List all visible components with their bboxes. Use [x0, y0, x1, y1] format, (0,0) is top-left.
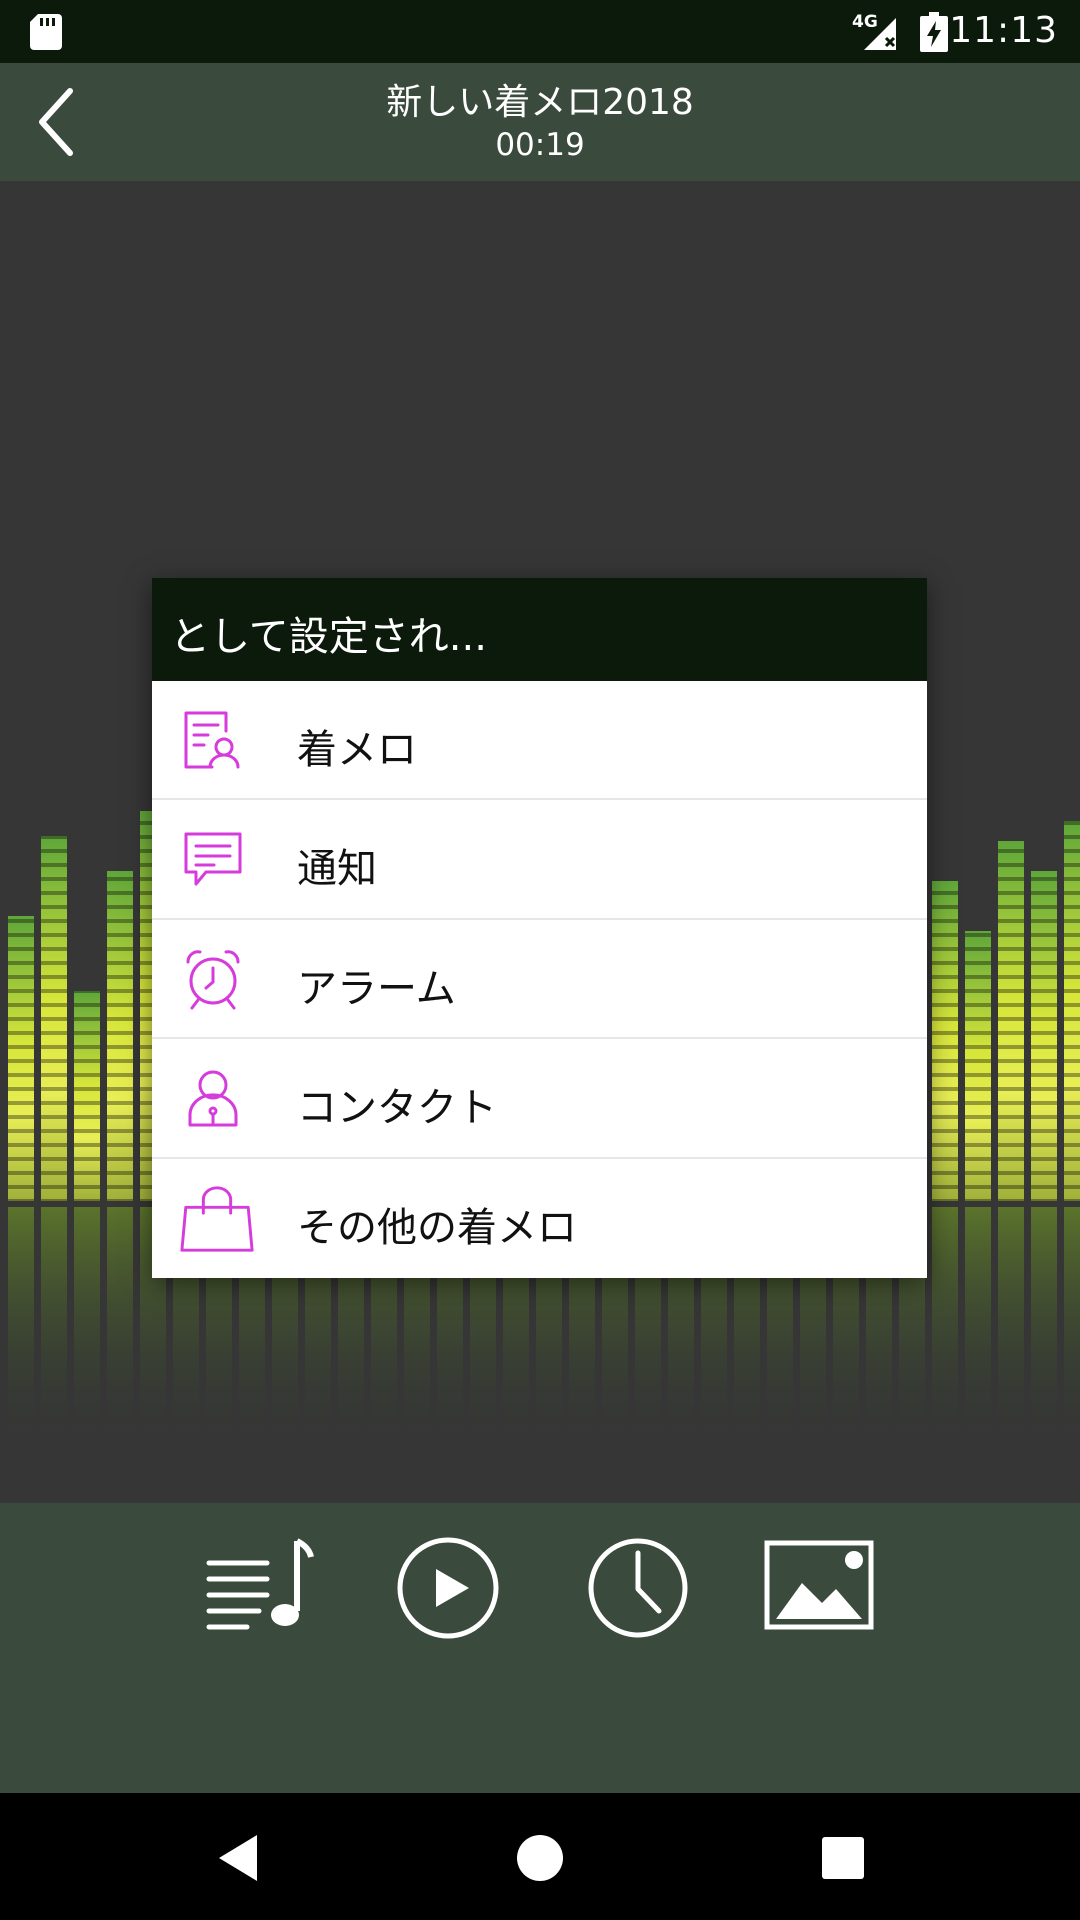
equalizer-bar-segments	[1064, 821, 1080, 1201]
equalizer-bar-segments	[41, 836, 67, 1201]
equalizer-bar-segments	[8, 916, 34, 1201]
dialog-title: として設定され...	[152, 578, 927, 681]
equalizer-bar-reflection	[107, 1207, 133, 1447]
alarm-clock-icon	[186, 950, 240, 1010]
recents-square-icon[interactable]	[808, 1823, 878, 1893]
equalizer-bar-reflection	[8, 1207, 34, 1447]
option-notification[interactable]: 通知	[152, 800, 927, 920]
equalizer-bar-reflection	[932, 1207, 958, 1447]
option-label: アラーム	[297, 965, 456, 1012]
ringtone-icon	[184, 711, 240, 769]
equalizer-bar-segments	[932, 881, 958, 1201]
equalizer-bar-reflection	[998, 1207, 1024, 1447]
option-contact[interactable]: コンタクト	[152, 1039, 927, 1159]
option-label: 通知	[297, 846, 377, 893]
set-as-dialog: として設定され... 着メロ 通知 アラーム コンタクト その他の着メロ	[152, 578, 927, 1278]
player-toolbar	[0, 1503, 1080, 1793]
status-clock: 11:13	[949, 10, 1058, 51]
equalizer-bar-segments	[965, 931, 991, 1201]
home-circle-icon[interactable]	[505, 1823, 575, 1893]
system-nav-bar	[0, 1793, 1080, 1920]
option-more-ringtones[interactable]: その他の着メロ	[152, 1159, 927, 1278]
player-header: 新しい着メロ2018 00:19	[0, 63, 1080, 181]
image-icon[interactable]	[764, 1533, 874, 1643]
equalizer-bar-reflection	[1031, 1207, 1057, 1447]
equalizer-bar-segments	[998, 841, 1024, 1201]
equalizer-bar-segments	[74, 991, 100, 1201]
option-alarm[interactable]: アラーム	[152, 920, 927, 1040]
option-label: 着メロ	[297, 727, 417, 773]
playlist-icon[interactable]	[205, 1533, 315, 1643]
contact-icon	[188, 1070, 238, 1127]
play-icon[interactable]	[393, 1533, 503, 1643]
notification-icon	[184, 832, 242, 886]
song-duration: 00:19	[495, 127, 585, 163]
song-title: 新しい着メロ2018	[386, 82, 694, 123]
option-ringtone[interactable]: 着メロ	[152, 681, 927, 801]
back-triangle-icon[interactable]	[203, 1823, 273, 1893]
signal-icon	[864, 18, 896, 50]
sd-card-icon	[30, 14, 62, 50]
equalizer-bar-segments	[1031, 871, 1057, 1201]
option-label: その他の着メロ	[297, 1204, 577, 1251]
equalizer-bar-reflection	[41, 1207, 67, 1447]
option-label: コンタクト	[297, 1085, 497, 1132]
shopping-bag-icon	[180, 1185, 254, 1252]
equalizer-bar-reflection	[74, 1207, 100, 1447]
equalizer-bar-reflection	[965, 1207, 991, 1447]
clock-icon[interactable]	[583, 1533, 693, 1643]
equalizer-bar-segments	[107, 871, 133, 1201]
battery-charging-icon	[920, 12, 948, 52]
status-bar: 4G 11:13	[0, 0, 1080, 63]
equalizer-bar-reflection	[1064, 1207, 1080, 1447]
